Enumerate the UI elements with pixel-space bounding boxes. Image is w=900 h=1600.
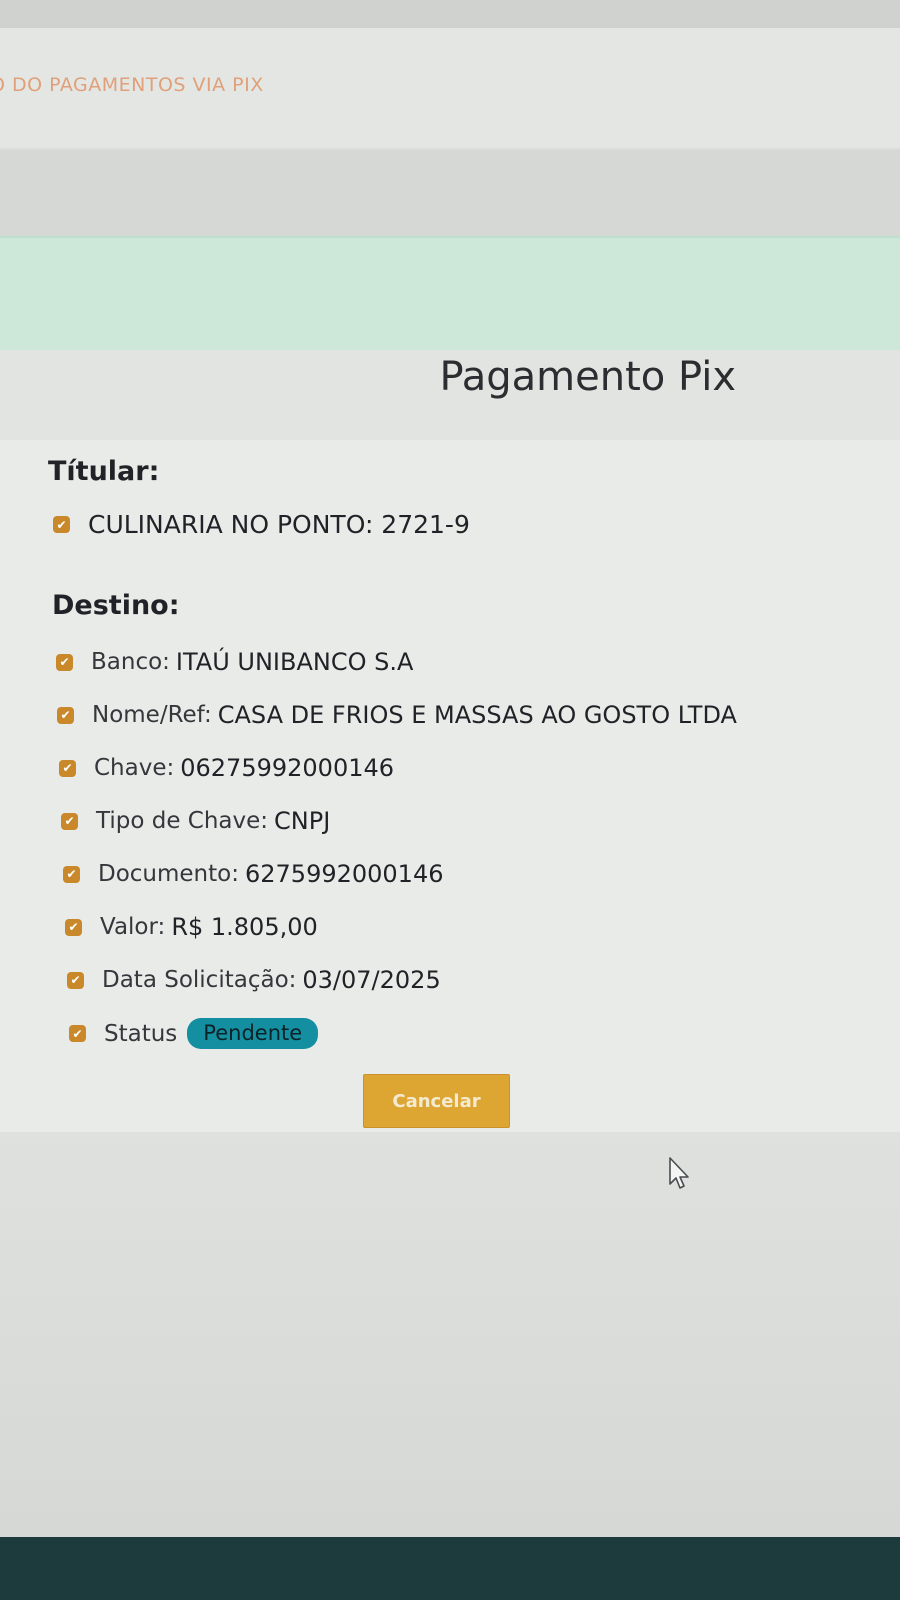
field-row-status: ✔ Status Pendente: [69, 1018, 319, 1049]
browser-top-strip: [0, 0, 900, 30]
checkbox-checked-icon: ✔: [59, 759, 76, 777]
field-value: R$ 1.805,00: [171, 913, 318, 941]
field-row-chave: ✔ Chave: 06275992000146: [59, 754, 394, 782]
field-value: ITAÚ UNIBANCO S.A: [175, 648, 414, 676]
checkbox-checked-icon: ✔: [69, 1025, 86, 1042]
success-banner: [0, 236, 900, 356]
status-label: Status: [104, 1020, 178, 1047]
field-row-data-solicitacao: ✔ Data Solicitação: 03/07/2025: [67, 966, 441, 994]
status-badge: Pendente: [187, 1018, 319, 1049]
titular-label: Títular:: [48, 456, 160, 487]
page-background: [0, 1132, 900, 1537]
field-label: Data Solicitação:: [102, 967, 297, 993]
checkbox-checked-icon: ✔: [57, 706, 74, 724]
titular-value: CULINARIA NO PONTO: 2721-9: [88, 510, 470, 539]
field-label: Tipo de Chave:: [96, 808, 269, 834]
checkbox-checked-icon: ✔: [61, 812, 78, 830]
checkbox-checked-icon: ✔: [67, 971, 84, 989]
field-row-banco: ✔ Banco: ITAÚ UNIBANCO S.A: [56, 648, 413, 676]
field-value: CNPJ: [274, 807, 331, 835]
checkbox-checked-icon: ✔: [53, 516, 70, 533]
field-value: CASA DE FRIOS E MASSAS AO GOSTO LTDA: [217, 701, 737, 729]
field-value: 06275992000146: [180, 754, 395, 782]
destino-label: Destino:: [52, 590, 180, 621]
field-row-valor: ✔ Valor: R$ 1.805,00: [65, 913, 318, 941]
checkbox-checked-icon: ✔: [56, 653, 73, 671]
field-label: Documento:: [98, 861, 239, 887]
field-label: Nome/Ref:: [92, 702, 212, 728]
field-label: Chave:: [94, 755, 175, 781]
field-row-tipo-chave: ✔ Tipo de Chave: CNPJ: [61, 807, 330, 835]
field-value: 6275992000146: [244, 860, 444, 888]
cancel-button[interactable]: Cancelar: [363, 1074, 510, 1128]
mouse-cursor-icon: [669, 1157, 689, 1189]
field-label: Banco:: [91, 649, 170, 675]
header-spacer: [0, 150, 900, 236]
field-value: 03/07/2025: [302, 966, 441, 994]
page: O DO PAGAMENTOS VIA PIX Pagamento Pix Tí…: [0, 0, 900, 1600]
checkbox-checked-icon: ✔: [63, 865, 80, 883]
field-row-documento: ✔ Documento: 6275992000146: [63, 860, 444, 888]
screen-bottom-bezel: [0, 1537, 900, 1600]
checkbox-checked-icon: ✔: [65, 918, 82, 936]
modal-title: Pagamento Pix: [439, 354, 736, 400]
field-label: Valor:: [100, 914, 166, 940]
page-header-title: O DO PAGAMENTOS VIA PIX: [0, 74, 264, 96]
titular-row: ✔ CULINARIA NO PONTO: 2721-9: [53, 510, 470, 539]
field-row-nome-ref: ✔ Nome/Ref: CASA DE FRIOS E MASSAS AO GO…: [57, 701, 737, 729]
